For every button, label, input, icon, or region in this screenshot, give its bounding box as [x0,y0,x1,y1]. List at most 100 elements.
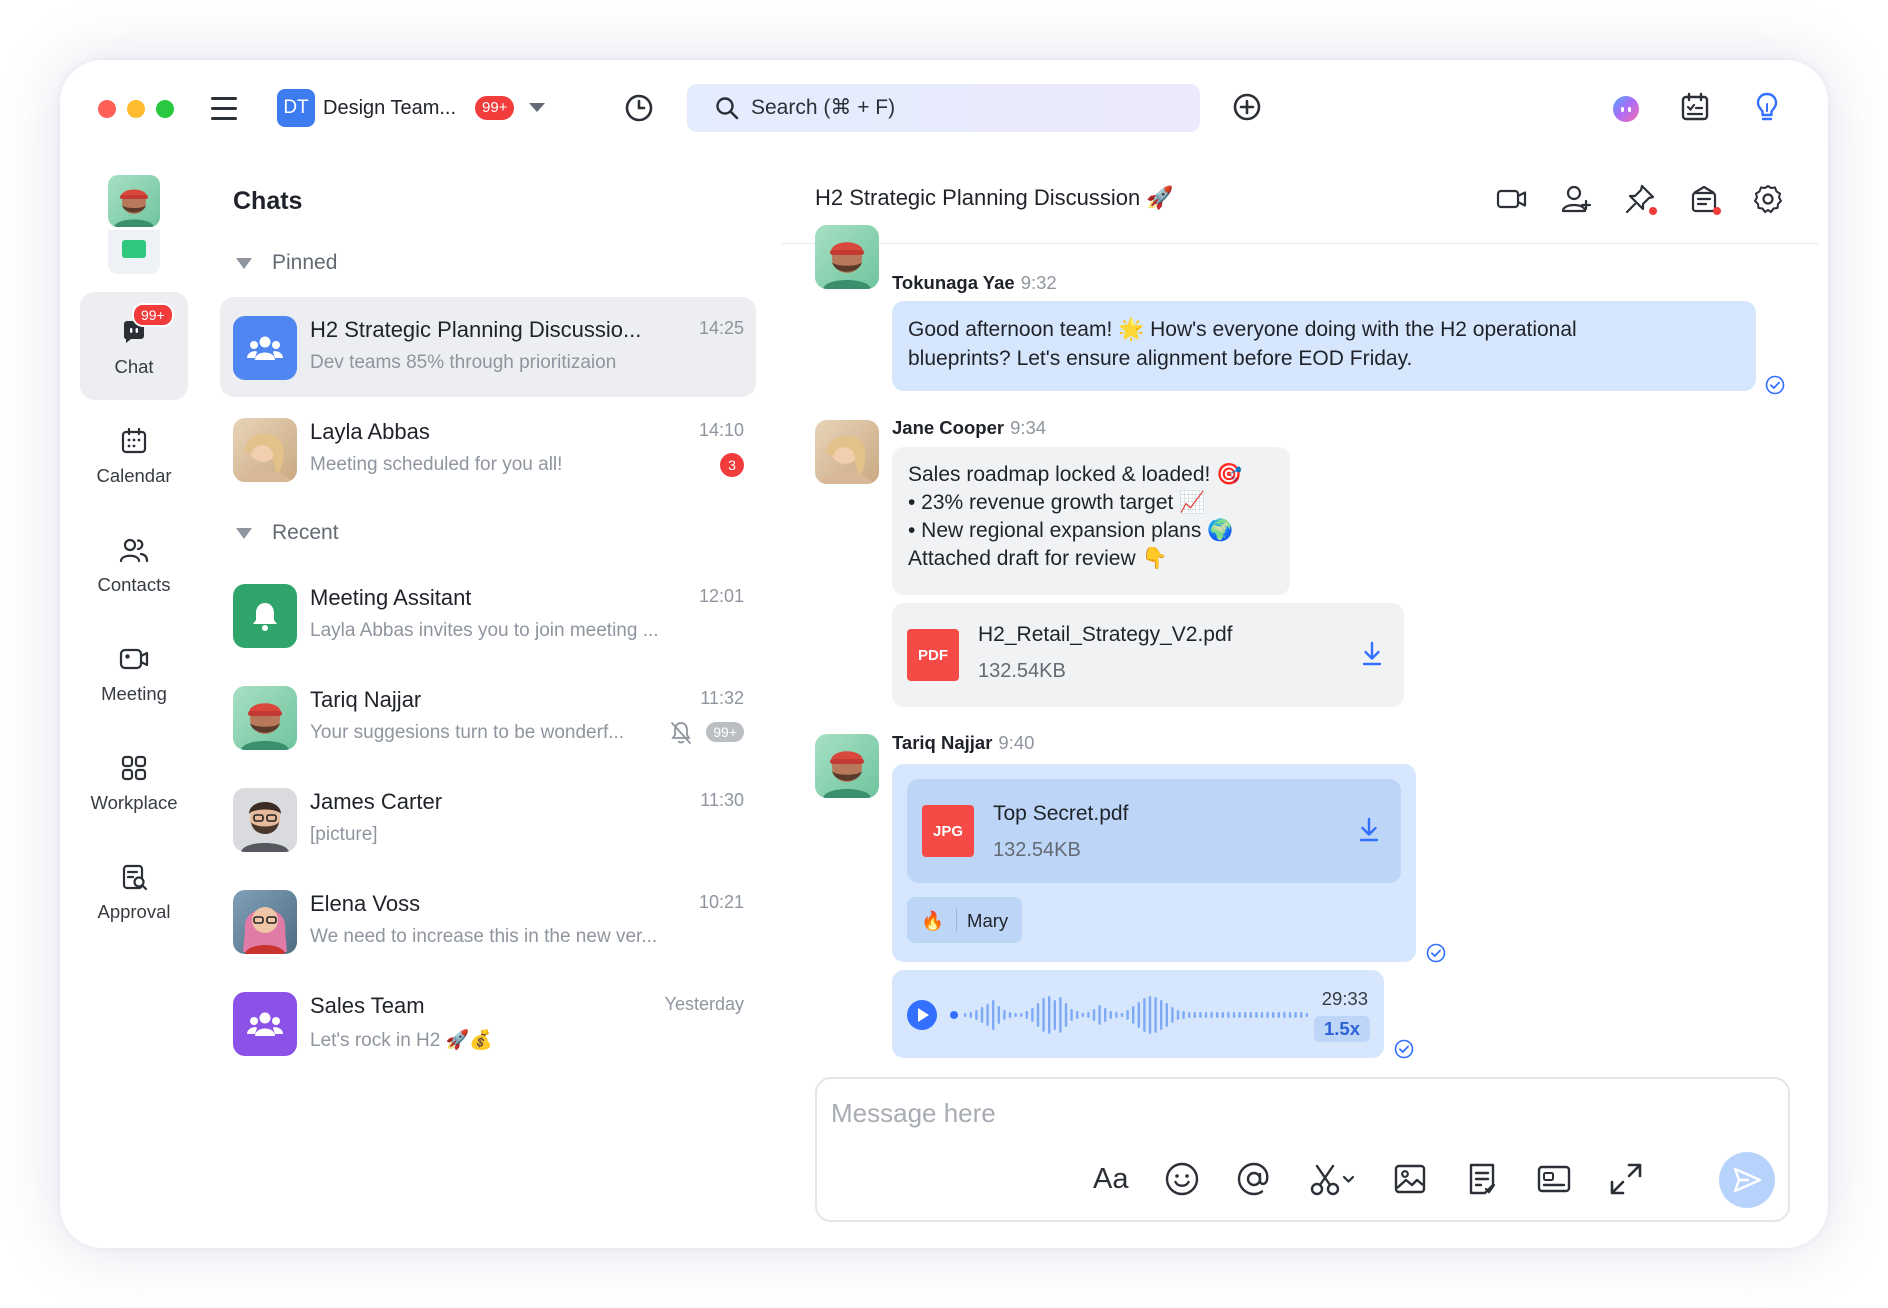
chat-item-elena-voss[interactable]: Elena Voss We need to increase this in t… [220,871,756,971]
image-button[interactable] [1392,1159,1428,1199]
add-circle-icon[interactable] [1232,92,1262,127]
chat-preview: We need to increase this in the new ver.… [310,926,658,947]
voice-message[interactable]: 29:33 1.5x [892,970,1384,1058]
message-time: 9:32 [1020,272,1057,293]
card-icon [1538,1165,1571,1193]
add-member-button[interactable] [1560,183,1592,215]
text-format-label: Aa [1093,1162,1129,1195]
file-size: 132.54KB [978,660,1066,682]
section-label: Pinned [272,251,338,274]
mention-button[interactable] [1236,1159,1272,1199]
fire-emoji: 🔥 [921,909,945,931]
chat-item-h2-strategic[interactable]: H2 Strategic Planning Discussio... Dev t… [220,297,756,397]
chat-preview: Let's rock in H2 🚀💰 [310,1030,493,1051]
notification-dot [1649,207,1657,215]
waveform-icon[interactable] [950,994,1320,1036]
announcement-button[interactable] [1688,183,1721,215]
calendar-icon [121,427,147,454]
message-input[interactable] [831,1093,1731,1133]
chevron-down-icon[interactable] [529,103,545,112]
unread-badge: 3 [720,453,744,477]
avatar [233,890,297,954]
download-icon[interactable] [1360,640,1384,673]
conversation-title: H2 Strategic Planning Discussion 🚀 [815,185,1174,210]
status-indicator[interactable] [108,230,160,274]
search-icon [715,96,739,125]
user-avatar[interactable] [108,175,160,227]
expand-button[interactable] [1608,1159,1644,1199]
read-check-icon [1765,375,1785,400]
sender-name: Tariq Najjar [892,732,993,753]
chat-time: 14:10 [698,420,744,440]
history-icon[interactable] [624,93,654,128]
message-line: Sales roadmap locked & loaded! 🎯 [908,463,1243,486]
reaction-user: Mary [967,909,1009,931]
video-camera-icon [1496,189,1527,209]
playback-speed-button[interactable]: 1.5x [1313,1016,1370,1042]
card-button[interactable] [1536,1159,1572,1199]
pin-button[interactable] [1624,183,1657,215]
workspace-avatar[interactable]: DT [277,89,315,127]
chat-item-sales-team[interactable]: Sales Team Let's rock in H2 🚀💰 Yesterday [220,973,756,1073]
message-header: Tariq Najjar 9:40 [892,732,1034,754]
nav-contacts[interactable]: Contacts [80,510,188,618]
settings-button[interactable] [1752,183,1784,215]
play-button[interactable] [907,1000,937,1030]
chat-time: 12:01 [698,586,744,606]
chat-preview: Dev teams 85% through prioritizaion [310,352,617,373]
nav-workplace[interactable]: Workplace [80,728,188,836]
download-icon[interactable] [1357,816,1381,852]
message-line: Attached draft for review 👇 [908,547,1168,570]
chat-name: Elena Voss [310,891,421,916]
lightbulb-icon[interactable] [1752,91,1782,128]
close-window-button[interactable] [98,100,116,118]
nav-approval[interactable]: Approval [80,837,188,945]
chat-list-title: Chats [233,187,303,215]
nav-calendar[interactable]: Calendar [80,401,188,509]
screenshot-button[interactable] [1308,1159,1356,1199]
avatar [815,225,879,289]
message-line: • New regional expansion plans 🌍 [908,519,1234,542]
message-time: 9:40 [998,732,1035,753]
file-attachment[interactable]: PDF H2_Retail_Strategy_V2.pdf 132.54KB [892,603,1404,707]
menu-icon[interactable] [211,97,237,121]
text-format-button[interactable]: Aa [1093,1159,1128,1199]
smiley-icon [1166,1162,1199,1196]
file-name: H2_Retail_Strategy_V2.pdf [978,623,1233,646]
message-bubble[interactable]: Good afternoon team! 🌟 How's everyone do… [892,301,1756,391]
reaction-chip[interactable]: 🔥 Mary [907,897,1023,943]
chat-item-meeting-assistant[interactable]: Meeting Assitant Layla Abbas invites you… [220,565,756,665]
chat-item-layla-abbas[interactable]: Layla Abbas Meeting scheduled for you al… [220,399,756,499]
nav-meeting[interactable]: Meeting [80,619,188,727]
maximize-window-button[interactable] [156,100,174,118]
file-attachment[interactable]: JPG Top Secret.pdf 132.54KB [907,779,1401,883]
chat-item-tariq-najjar[interactable]: Tariq Najjar Your suggesions turn to be … [220,667,756,767]
workspace-name[interactable]: Design Team... [323,97,456,120]
avatar [233,686,297,750]
message-bubble[interactable]: JPG Top Secret.pdf 132.54KB 🔥 Mary [892,764,1416,962]
chat-name: Layla Abbas [310,419,430,444]
ai-assistant-icon[interactable] [1610,93,1642,130]
nav-label: Workplace [90,792,178,813]
search-input[interactable] [751,84,1171,132]
search-bar[interactable] [687,84,1200,132]
chat-name: Tariq Najjar [310,687,422,712]
chat-preview: [picture] [310,824,378,845]
nav-chat[interactable]: 99+ Chat [80,292,188,400]
recent-section-toggle[interactable]: Recent [236,521,339,545]
message-composer: Aa [815,1077,1790,1222]
emoji-button[interactable] [1164,1159,1200,1199]
chat-item-james-carter[interactable]: James Carter [picture] 11:30 [220,769,756,869]
send-button[interactable] [1719,1152,1775,1208]
video-call-button[interactable] [1496,183,1528,215]
document-button[interactable] [1464,1159,1500,1199]
minimize-window-button[interactable] [127,100,145,118]
chat-preview: Meeting scheduled for you all! [310,454,563,475]
calendar-check-icon[interactable] [1680,92,1710,127]
file-size: 132.54KB [993,839,1081,861]
bell-icon [253,603,277,631]
avatar [815,734,879,798]
message-bubble[interactable]: Sales roadmap locked & loaded! 🎯 • 23% r… [892,447,1290,595]
document-icon [1470,1163,1496,1195]
pinned-section-toggle[interactable]: Pinned [236,251,337,275]
